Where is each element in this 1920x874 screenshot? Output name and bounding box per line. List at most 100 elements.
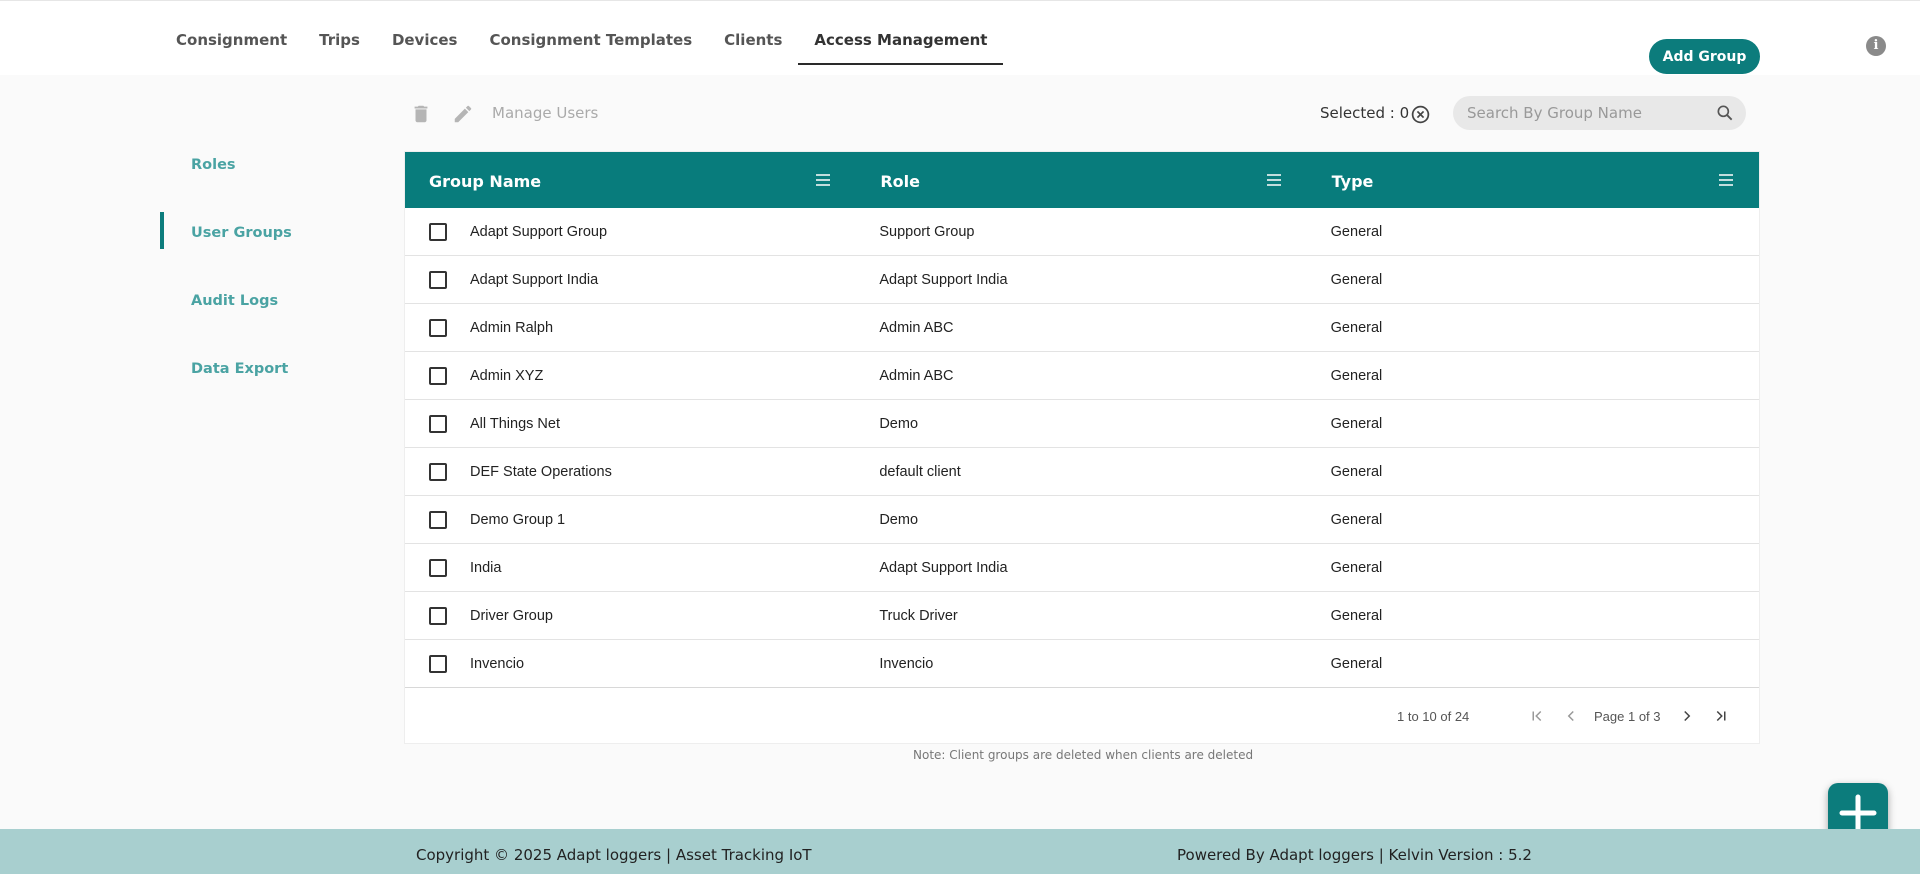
sidebar-item-roles[interactable]: Roles — [160, 140, 236, 208]
add-group-button[interactable]: Add Group — [1649, 39, 1760, 74]
sidebar-active-indicator — [160, 212, 164, 249]
type-cell: General — [1330, 463, 1383, 480]
role-cell: default client — [879, 463, 961, 480]
trash-icon[interactable] — [410, 103, 432, 125]
table-row[interactable]: Demo Group 1 Demo General — [405, 496, 1759, 544]
role-cell: Admin ABC — [879, 367, 954, 384]
row-checkbox[interactable] — [429, 414, 447, 433]
type-cell: General — [1330, 607, 1383, 624]
table-row[interactable]: Admin Ralph Admin ABC General — [405, 304, 1759, 352]
column-menu-icon[interactable] — [815, 173, 831, 187]
footer: Copyright © 2025 Adapt loggers | Asset T… — [0, 829, 1920, 874]
type-cell: General — [1330, 223, 1383, 240]
sidebar-item-label: Data Export — [191, 361, 289, 377]
role-cell: Truck Driver — [879, 607, 958, 624]
type-cell: General — [1330, 511, 1383, 528]
pencil-icon[interactable] — [452, 103, 474, 125]
table-row[interactable]: Admin XYZ Admin ABC General — [405, 352, 1759, 400]
group-name-cell: Demo Group 1 — [470, 511, 566, 528]
column-header-label: Type — [1331, 172, 1374, 191]
user-groups-table: Group Name Role Type Adapt Support Group… — [404, 151, 1760, 744]
type-cell: General — [1330, 271, 1383, 288]
search-input[interactable] — [1467, 104, 1697, 122]
type-cell: General — [1330, 655, 1383, 672]
sidebar-item-label: Roles — [191, 157, 236, 173]
pagination: 1 to 10 of 24 Page 1 of 3 — [405, 687, 1759, 743]
toolbar: Manage Users Selected : 0 — [404, 96, 1760, 130]
pagination-range: 1 to 10 of 24 — [1397, 709, 1470, 724]
table-header: Group Name Role Type — [405, 152, 1759, 208]
group-name-cell: Admin XYZ — [470, 367, 544, 384]
type-cell: General — [1330, 367, 1383, 384]
tab-clients[interactable]: Clients — [708, 11, 798, 65]
last-page-icon[interactable] — [1712, 707, 1730, 725]
search-icon[interactable] — [1715, 103, 1735, 123]
table-row[interactable]: Driver Group Truck Driver General — [405, 592, 1759, 640]
page-indicator: Page 1 of 3 — [1594, 709, 1661, 724]
role-cell: Adapt Support India — [879, 559, 1008, 576]
delete-note: Note: Client groups are deleted when cli… — [913, 748, 1254, 762]
previous-page-icon[interactable] — [1562, 707, 1580, 725]
tab-consignment-templates[interactable]: Consignment Templates — [473, 11, 708, 65]
row-checkbox[interactable] — [429, 510, 447, 529]
type-cell: General — [1330, 415, 1383, 432]
tab-consignment[interactable]: Consignment — [160, 11, 303, 65]
role-cell: Demo — [879, 415, 919, 432]
info-icon[interactable]: i — [1866, 36, 1886, 56]
type-cell: General — [1330, 559, 1383, 576]
role-cell: Demo — [879, 511, 919, 528]
search-box — [1453, 96, 1746, 130]
column-menu-icon[interactable] — [1718, 173, 1734, 187]
row-checkbox[interactable] — [429, 270, 447, 289]
column-header-label: Group Name — [429, 172, 542, 191]
group-name-cell: Adapt Support Group — [470, 223, 608, 240]
next-page-icon[interactable] — [1678, 707, 1696, 725]
role-cell: Adapt Support India — [879, 271, 1008, 288]
row-checkbox[interactable] — [429, 318, 447, 337]
row-checkbox[interactable] — [429, 558, 447, 577]
role-cell: Support Group — [879, 223, 975, 240]
group-name-cell: Admin Ralph — [470, 319, 554, 336]
column-header-role[interactable]: Role — [856, 152, 1307, 208]
table-row[interactable]: Adapt Support Group Support Group Genera… — [405, 208, 1759, 256]
group-name-cell: DEF State Operations — [470, 463, 612, 480]
manage-users-button[interactable]: Manage Users — [492, 104, 598, 122]
clear-selection-icon[interactable] — [1410, 104, 1431, 125]
row-checkbox[interactable] — [429, 222, 447, 241]
group-name-cell: Invencio — [470, 655, 525, 672]
column-header-group-name[interactable]: Group Name — [405, 152, 856, 208]
group-name-cell: All Things Net — [470, 415, 560, 432]
sidebar-item-user-groups[interactable]: User Groups — [160, 208, 292, 276]
column-header-type[interactable]: Type — [1308, 152, 1759, 208]
group-name-cell: India — [470, 559, 502, 576]
group-name-cell: Driver Group — [470, 607, 553, 624]
tab-devices[interactable]: Devices — [376, 11, 474, 65]
row-checkbox[interactable] — [429, 366, 447, 385]
group-name-cell: Adapt Support India — [470, 271, 599, 288]
type-cell: General — [1330, 319, 1383, 336]
role-cell: Admin ABC — [879, 319, 954, 336]
column-menu-icon[interactable] — [1266, 173, 1282, 187]
row-checkbox[interactable] — [429, 654, 447, 673]
tab-access-management[interactable]: Access Management — [798, 11, 1004, 65]
table-row[interactable]: All Things Net Demo General — [405, 400, 1759, 448]
column-header-label: Role — [880, 172, 920, 191]
table-row[interactable]: Invencio Invencio General — [405, 640, 1759, 688]
footer-copyright: Copyright © 2025 Adapt loggers | Asset T… — [416, 846, 812, 864]
table-row[interactable]: Adapt Support India Adapt Support India … — [405, 256, 1759, 304]
role-cell: Invencio — [879, 655, 934, 672]
row-checkbox[interactable] — [429, 606, 447, 625]
tab-trips[interactable]: Trips — [303, 11, 376, 65]
selected-count: Selected : 0 — [1320, 104, 1410, 122]
main-nav: Consignment Trips Devices Consignment Te… — [160, 11, 1004, 65]
first-page-icon[interactable] — [1528, 707, 1546, 725]
footer-powered-by: Powered By Adapt loggers | Kelvin Versio… — [1177, 846, 1532, 864]
header: Consignment Trips Devices Consignment Te… — [0, 1, 1920, 75]
table-row[interactable]: India Adapt Support India General — [405, 544, 1759, 592]
sidebar-item-data-export[interactable]: Data Export — [160, 344, 288, 412]
sidebar: Roles User Groups Audit Logs Data Export — [160, 140, 292, 412]
sidebar-item-audit-logs[interactable]: Audit Logs — [160, 276, 278, 344]
table-row[interactable]: DEF State Operations default client Gene… — [405, 448, 1759, 496]
sidebar-item-label: Audit Logs — [191, 293, 279, 309]
row-checkbox[interactable] — [429, 462, 447, 481]
